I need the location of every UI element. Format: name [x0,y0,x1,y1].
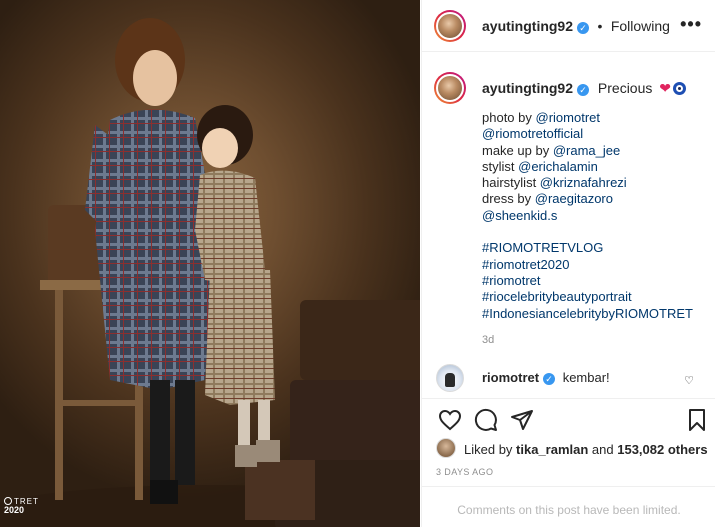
hashtag-link[interactable]: #RIOMOTRETVLOG [482,240,693,256]
comment-like-icon[interactable]: ♡ [684,374,694,387]
likes-text: Liked by tika_ramlan and 153,082 others [464,442,708,457]
credit-label: hairstylist [482,175,540,191]
girl-leg [238,400,250,450]
caption-credit-line: photo by @riomotret [482,110,693,126]
credit-label: make up by [482,142,553,158]
header-author: ayutingting92 ✓ • Following [482,18,670,36]
post-panel: ayutingting92 ✓ • Following ••• ayutingti… [421,0,715,527]
mention-link[interactable]: @kriznafahrezi [540,175,627,190]
comments-limited-notice: Comments on this post have been limited. [422,486,715,527]
separator-dot: • [597,18,603,34]
caption-timestamp[interactable]: 3d [482,334,494,346]
heart-emoji-icon: ❤ [659,80,671,96]
caption-credit-line: @sheenkid.s [482,208,693,224]
girl-shoe [256,440,280,462]
hashtag-link[interactable]: #riomotret2020 [482,257,693,273]
caption-credit-line: hairstylist @kriznafahrezi [482,175,693,191]
verified-badge-icon: ✓ [543,373,556,385]
mention-link[interactable]: @sheenkid.s [482,208,557,223]
mention-link[interactable]: @riomotretofficial [482,126,583,141]
post-header: ayutingting92 ✓ • Following ••• [422,0,715,52]
girl-jacket [195,170,265,285]
post-date[interactable]: 3 DAYS AGO [436,467,493,477]
mention-link[interactable]: @rama_jee [553,143,620,158]
caption-avatar[interactable] [434,72,466,104]
stool-leg [55,290,63,500]
mention-link[interactable]: @raegitazoro [535,191,613,206]
woman-face [133,50,177,106]
hashtag-link[interactable]: #IndonesiancelebritybyRIOMOTRET [482,306,693,322]
more-options-icon[interactable]: ••• [680,14,702,35]
verified-badge-icon: ✓ [577,22,590,34]
caption-heading: ayutingting92 ✓ Precious ❤ [482,80,686,97]
woman-leg [175,380,195,485]
following-button[interactable]: Following [611,18,670,34]
girl-shoe [235,445,257,467]
girl-face [202,128,238,168]
liker-avatar[interactable] [436,438,456,458]
hashtag-link[interactable]: #riomotret [482,273,693,289]
credit-label: photo by [482,110,536,125]
actions-divider [422,398,715,400]
caption-credit-line: make up by @rama_jee [482,143,693,159]
author-username[interactable]: ayutingting92 [482,18,573,34]
wooden-box [245,460,315,520]
post-photo[interactable]: TRET 2020 [0,0,420,527]
commenter-avatar[interactable] [436,364,464,392]
caption-body: photo by @riomotret @riomotretofficial m… [482,110,693,322]
caption-title: Precious [597,80,653,96]
mention-link[interactable]: @riomotret [536,110,601,125]
likes-prefix: Liked by [464,442,517,457]
caption-username[interactable]: ayutingting92 [482,80,573,96]
comment-message: kembar! [562,370,610,385]
share-paper-plane-icon[interactable] [510,408,534,432]
caption: ayutingting92 ✓ Precious ❤ photo by @riom… [422,52,715,352]
author-avatar[interactable] [434,10,466,42]
verified-badge-icon: ✓ [577,84,590,96]
credit-label: dress by [482,191,535,207]
comment-text: riomotret ✓ kembar! [482,370,610,385]
save-bookmark-icon[interactable] [685,408,709,432]
suitcase-middle [290,380,420,470]
stool-rung [60,400,140,406]
watermark-logo-icon [4,497,12,505]
woman-boot [150,480,178,504]
photo-watermark: TRET 2020 [4,497,52,525]
comment-item: riomotret ✓ kembar! ♡ [422,362,715,398]
evil-eye-emoji-icon [673,82,686,95]
likes-count[interactable]: 153,082 others [617,442,707,457]
commenter-username[interactable]: riomotret [482,370,539,385]
comment-bubble-icon[interactable] [474,408,498,432]
caption-credit-line: dress by @raegitazoro [482,191,693,207]
caption-credit-line: stylist @erichalamin [482,159,693,175]
mention-link[interactable]: @erichalamin [518,159,598,174]
likes-middle: and [588,442,618,457]
suitcase-top [300,300,420,380]
caption-credit-line: @riomotretofficial [482,126,693,142]
girl-skirt [205,270,275,405]
hashtag-link[interactable]: #riocelebritybeautyportrait [482,289,693,305]
liker-username[interactable]: tika_ramlan [516,442,588,457]
watermark-line2: 2020 [4,505,25,515]
photo-artwork [0,18,420,527]
girl-leg [258,400,270,445]
credit-label: stylist [482,158,519,174]
like-heart-icon[interactable] [438,408,462,432]
